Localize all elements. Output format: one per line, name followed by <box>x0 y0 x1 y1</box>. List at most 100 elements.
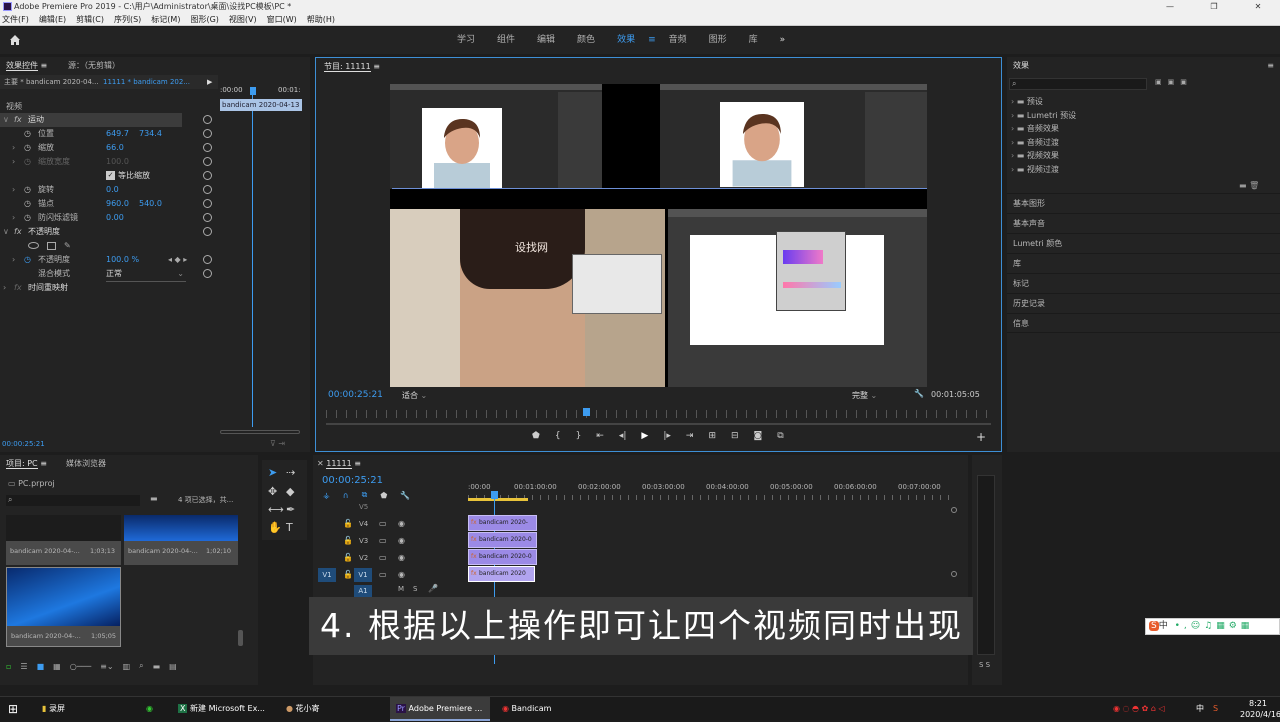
tray-ime-indicator[interactable]: 中 <box>1196 697 1204 721</box>
solo-button[interactable]: S <box>413 585 417 593</box>
effects-tree-item[interactable]: › ▬ 音频效果 <box>1011 122 1076 136</box>
uniform-scale-checkbox[interactable]: ✓ <box>106 171 115 180</box>
track-scroll-handle[interactable] <box>951 571 957 577</box>
timeline-clip-v1[interactable]: fx bandicam 2020 <box>468 566 535 582</box>
freeform-view-icon[interactable]: ▦ <box>53 662 61 671</box>
sync-lock-icon[interactable]: ▭ <box>379 536 387 545</box>
menu-window[interactable]: 窗口(W) <box>267 13 297 25</box>
comparison-view-icon[interactable]: ⧉ <box>777 431 783 441</box>
program-time-ruler[interactable] <box>326 410 991 418</box>
step-back-icon[interactable]: ◂| <box>619 431 627 441</box>
go-to-in-icon[interactable]: ⇤ <box>596 431 604 441</box>
timeline-playhead[interactable] <box>491 491 498 499</box>
ime-toolbar[interactable]: S中 •,☺♫▦⚙▦ <box>1145 618 1280 635</box>
close-button[interactable]: ✕ <box>1236 0 1280 13</box>
antiflicker-value[interactable]: 0.00 <box>106 211 124 225</box>
tab-effect-controls[interactable]: 效果控件 ≡ <box>6 59 47 73</box>
program-monitor-title[interactable]: 节目: 11111 ≡ <box>324 60 380 74</box>
ec-opacity-section[interactable]: ∨ fx 不透明度 <box>0 225 218 239</box>
workspace-menu-icon[interactable]: ≡ <box>646 27 658 54</box>
project-item[interactable]: bandicam 2020-04-... 1;03;13 <box>6 515 121 565</box>
reset-opacity-section-icon[interactable] <box>203 227 212 236</box>
mark-out-icon[interactable]: } <box>576 431 582 441</box>
track-select-tool-icon[interactable]: ⇢ <box>286 466 295 479</box>
sequence-clip-label[interactable]: 11111 * bandicam 202... <box>103 75 190 89</box>
reset-uniform-icon[interactable] <box>203 171 212 180</box>
quality-select[interactable]: 完整 ⌄ <box>852 390 902 401</box>
taskbar-item-huaxiaoji[interactable]: ● 花小寄 <box>286 697 386 721</box>
button-editor-icon[interactable]: + <box>976 430 986 444</box>
menu-file[interactable]: 文件(F) <box>2 13 29 25</box>
program-playhead[interactable] <box>583 408 590 416</box>
timeline-clip-v3[interactable]: fx bandicam 2020-0 <box>468 532 537 548</box>
voiceover-mic-icon[interactable]: 🎤 <box>428 584 438 593</box>
add-marker-icon[interactable]: ⬟ <box>532 431 540 441</box>
yuv-effects-icon[interactable]: ▣ <box>1180 78 1187 86</box>
list-view-icon[interactable]: ☰ <box>20 662 27 671</box>
play-icon[interactable]: ▶ <box>641 431 648 441</box>
type-tool-icon[interactable]: T <box>286 521 293 534</box>
workspace-tab-color[interactable]: 颜色 <box>566 27 606 54</box>
selection-tool-icon[interactable]: ➤ <box>268 466 277 479</box>
ec-playhead[interactable] <box>250 87 256 95</box>
project-item[interactable]: bandicam 2020-04-... 1;05;05 <box>6 567 121 647</box>
ripple-edit-tool-icon[interactable]: ✥ <box>268 485 277 498</box>
icon-view-icon[interactable]: ■ <box>37 662 45 671</box>
menu-edit[interactable]: 编辑(E) <box>39 13 66 25</box>
scale-value[interactable]: 66.0 <box>106 141 124 155</box>
ellipse-mask-icon[interactable] <box>28 242 39 249</box>
eye-icon[interactable]: ◉ <box>398 519 405 528</box>
panel-essential-graphics[interactable]: 基本图形 <box>1007 193 1280 213</box>
menu-graphics[interactable]: 图形(G) <box>190 13 218 25</box>
workspace-tab-learn[interactable]: 学习 <box>446 27 486 54</box>
mute-button[interactable]: M <box>398 585 404 593</box>
panel-markers[interactable]: 标记 <box>1007 273 1280 293</box>
tab-source[interactable]: 源：（无剪辑） <box>68 59 120 73</box>
maximize-button[interactable]: ❐ <box>1192 0 1236 13</box>
project-item[interactable]: bandicam 2020-04-... 1;02;10 <box>124 515 238 565</box>
position-y-value[interactable]: 734.4 <box>139 127 162 141</box>
ec-zoom-scrollbar[interactable] <box>220 430 300 434</box>
taskbar-app-icon[interactable]: ◉ <box>146 697 166 721</box>
slip-tool-icon[interactable]: ⟷ <box>268 503 284 516</box>
step-forward-icon[interactable]: |▸ <box>663 431 671 441</box>
panel-history[interactable]: 历史记录 <box>1007 293 1280 313</box>
timeline-ruler[interactable]: :00:00 00:01:00:00 00:02:00:00 00:03:00:… <box>468 483 953 503</box>
taskbar-item-premiere[interactable]: Pr Adobe Premiere ... <box>390 697 490 721</box>
new-search-bin-icon[interactable]: ▬ <box>150 494 158 503</box>
new-bin-icon[interactable]: ▬ <box>153 662 161 671</box>
fit-select[interactable]: 适合 ⌄ <box>402 390 452 401</box>
export-frame-icon[interactable]: ◙ <box>754 431 763 441</box>
hand-tool-icon[interactable]: ✋ <box>268 521 282 534</box>
timeline-clip-v4[interactable]: fx bandicam 2020- <box>468 515 537 531</box>
menu-view[interactable]: 视图(V) <box>229 13 257 25</box>
wrench-icon[interactable]: 🔧 <box>914 389 924 398</box>
taskbar-item-recording[interactable]: ▮ 录屏 <box>40 697 135 721</box>
workspace-tab-libraries[interactable]: 库 <box>738 27 769 54</box>
lift-icon[interactable]: ⊞ <box>708 431 716 441</box>
zoom-slider[interactable]: ○─── <box>70 662 91 671</box>
accelerated-effects-icon[interactable]: ▣ <box>1155 78 1162 86</box>
razor-tool-icon[interactable]: ◆ <box>286 485 294 498</box>
pen-tool-icon[interactable]: ✒ <box>286 503 295 516</box>
panel-libraries[interactable]: 库 <box>1007 253 1280 273</box>
reset-blend-icon[interactable] <box>203 269 212 278</box>
eye-icon[interactable]: ◉ <box>398 553 405 562</box>
new-bin-icon[interactable]: ▬ 🗑 <box>1239 181 1259 190</box>
tray-sogou-icon[interactable]: S <box>1213 697 1218 721</box>
tray-record-icon[interactable]: ◉ ◌ ◓ ✿ ⌂ ◁ <box>1113 697 1165 721</box>
new-item-icon[interactable]: ▤ <box>169 662 177 671</box>
master-clip-label[interactable]: 主要 * bandicam 2020-04... <box>4 75 99 89</box>
reset-scale-icon[interactable] <box>203 143 212 152</box>
play-only-icon[interactable]: ▶ <box>207 75 212 89</box>
reset-motion-icon[interactable] <box>203 115 212 124</box>
blend-mode-select[interactable]: 正常 ⌄ <box>106 267 186 282</box>
ec-filter-icons[interactable]: ⊽ ⇥ <box>270 439 285 448</box>
ec-clip-bar[interactable]: bandicam 2020-04-13 1 <box>220 99 302 111</box>
rectangle-mask-icon[interactable] <box>47 242 56 250</box>
go-to-out-icon[interactable]: ⇥ <box>686 431 694 441</box>
workspace-tab-editing[interactable]: 编辑 <box>526 27 566 54</box>
ec-time-remap-row[interactable]: › fx 时间重映射 <box>0 281 218 295</box>
track-scroll-handle[interactable] <box>951 507 957 513</box>
tray-clock[interactable]: 8:21 2020/4/16 <box>1240 698 1280 722</box>
